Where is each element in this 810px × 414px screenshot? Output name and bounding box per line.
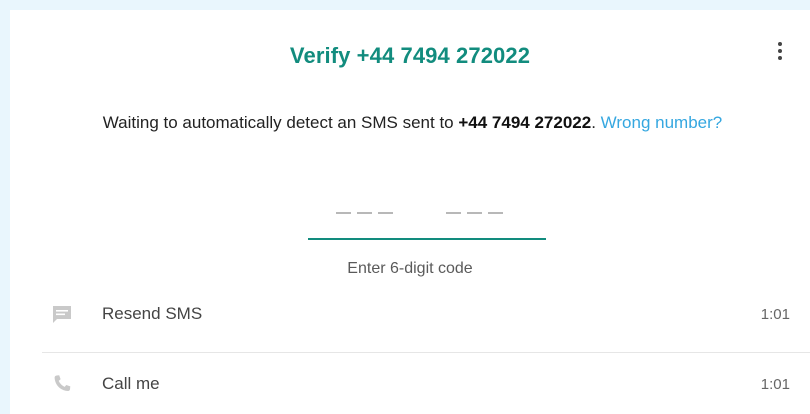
call-me-label: Call me [102, 374, 160, 393]
code-hint: Enter 6-digit code [347, 260, 473, 277]
wrong-number-link[interactable]: Wrong number? [601, 113, 723, 132]
resend-sms-button[interactable]: Resend SMS 1:01 [32, 285, 810, 343]
code-input[interactable] [308, 188, 546, 240]
call-me-timer: 1:01 [760, 375, 790, 393]
page-title: Verify +44 7494 272022 [289, 43, 531, 68]
message-suffix: . [591, 113, 601, 132]
phone-icon [50, 372, 74, 396]
sms-wait-message: Waiting to automatically detect an SMS s… [50, 109, 775, 136]
verify-screen: Verify +44 7494 272022 Waiting to automa… [10, 10, 810, 414]
call-me-button[interactable]: Call me 1:01 [32, 355, 810, 413]
resend-sms-timer: 1:01 [760, 305, 790, 323]
message-prefix: Waiting to automatically detect an SMS s… [102, 113, 459, 132]
message-phone: +44 7494 272022 [458, 113, 592, 132]
resend-sms-label: Resend SMS [102, 304, 203, 323]
message-icon [50, 302, 74, 326]
more-vertical-icon[interactable] [770, 40, 790, 66]
divider [42, 352, 810, 353]
